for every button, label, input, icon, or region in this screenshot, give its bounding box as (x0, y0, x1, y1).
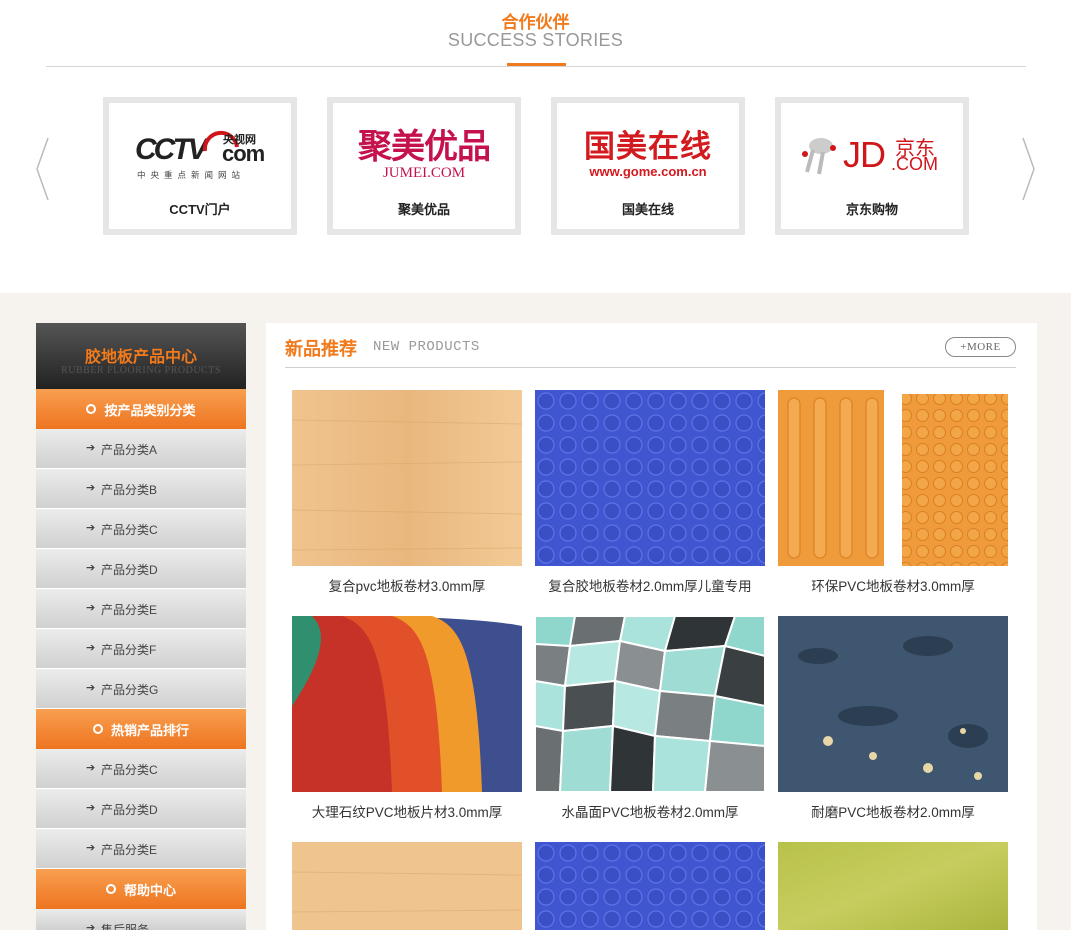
sidebar-item[interactable]: ➔ 产品分类E (36, 829, 246, 869)
arrow-right-icon: ➔ (86, 842, 96, 854)
category-help-center[interactable]: 帮助中心 (36, 869, 246, 909)
partner-card-jumei[interactable]: 聚美优品 JUMEI.COM 聚美优品 (327, 97, 521, 235)
arrow-right-icon: ➔ (86, 522, 96, 534)
sidebar-subtitle: RUBBER FLOORING PRODUCTS (61, 365, 221, 376)
partner-name: 聚美优品 (397, 202, 450, 217)
product-image-wood[interactable] (292, 842, 522, 930)
partner-card-gome[interactable]: 国美在线 www.gome.com.cn 国美在线 (551, 97, 745, 235)
sidebar-item[interactable]: ➔ 产品分类B (36, 469, 246, 509)
product-name[interactable]: 环保PVC地板卷材3.0mm厚 (768, 575, 1018, 595)
arrow-right-icon: ➔ (86, 642, 96, 654)
new-products-panel: 新品推荐 NEW PRODUCTS +MORE 复合pvc地板卷材3.0mm厚 … (266, 323, 1037, 930)
product-image-wood[interactable] (292, 390, 522, 566)
divider (46, 66, 1026, 67)
sidebar-item[interactable]: ➔ 产品分类D (36, 549, 246, 589)
product-name[interactable]: 复合胶地板卷材2.0mm厚儿童专用 (525, 575, 775, 595)
product-name[interactable]: 水晶面PVC地板卷材2.0mm厚 (525, 801, 775, 821)
category-hot-sales[interactable]: 热销产品排行 (36, 709, 246, 749)
partner-name: 国美在线 (621, 202, 674, 217)
product-image-blue-dots[interactable] (535, 842, 765, 930)
product-name[interactable]: 复合pvc地板卷材3.0mm厚 (282, 575, 532, 595)
partners-subtitle: SUCCESS STORIES (447, 30, 624, 50)
product-sidebar: 胶地板产品中心 RUBBER FLOORING PRODUCTS 按产品类别分类… (36, 323, 246, 931)
product-image-blue-dots[interactable] (535, 390, 765, 566)
product-image-green[interactable] (778, 842, 1008, 930)
circle-icon (92, 724, 103, 734)
gome-logo: 国美在线 www.gome.com.cn (584, 129, 712, 180)
arrow-right-icon: ➔ (86, 482, 96, 494)
product-image-crystal[interactable] (535, 616, 765, 792)
chevron-right-icon[interactable] (1021, 136, 1037, 202)
sidebar-item[interactable]: ➔ 产品分类C (36, 749, 246, 789)
partner-card-jd[interactable]: JD 京东 .COM 京东购物 (775, 97, 969, 235)
arrow-right-icon: ➔ (86, 682, 96, 694)
sidebar-item[interactable]: ➔ 产品分类F (36, 629, 246, 669)
partner-card-cctv[interactable]: CCTV 央视网 com 中央重点新闻网站 CCTV门户 (103, 97, 297, 235)
arrow-right-icon: ➔ (86, 602, 96, 614)
divider (285, 367, 1016, 368)
product-image-tactile[interactable] (778, 390, 1008, 566)
divider-accent (507, 63, 566, 66)
section-title: 新品推荐 (285, 339, 357, 359)
product-image-terrazzo[interactable] (778, 616, 1008, 792)
jumei-logo: 聚美优品 JUMEI.COM (358, 128, 491, 181)
partners-section: 合作伙伴 SUCCESS STORIES CCTV 央视网 com 中央重点新闻… (0, 0, 1071, 293)
jd-dog-icon (802, 138, 836, 175)
arrow-right-icon: ➔ (86, 442, 96, 454)
product-name[interactable]: 耐磨PVC地板卷材2.0mm厚 (768, 801, 1018, 821)
sidebar-item[interactable]: ➔ 产品分类A (36, 429, 246, 469)
chevron-left-icon[interactable] (34, 136, 50, 202)
product-name[interactable]: 大理石纹PVC地板片材3.0mm厚 (282, 801, 532, 821)
sidebar-item[interactable]: ➔ 产品分类G (36, 669, 246, 709)
arrow-right-icon: ➔ (86, 562, 96, 574)
more-button[interactable]: +MORE (945, 337, 1016, 357)
section-subtitle: NEW PRODUCTS (373, 339, 480, 355)
sidebar-item[interactable]: ➔ 产品分类D (36, 789, 246, 829)
cctv-logo: CCTV 央视网 com 中央重点新闻网站 (135, 130, 265, 180)
arrow-right-icon: ➔ (86, 802, 96, 814)
sidebar-item[interactable]: ➔ 产品分类E (36, 589, 246, 629)
sidebar-title: 胶地板产品中心 (84, 349, 197, 366)
jd-logo: JD 京东 .COM (781, 123, 963, 187)
category-by-type[interactable]: 按产品类别分类 (36, 389, 246, 429)
product-image-sheets[interactable] (292, 616, 522, 792)
sidebar-header: 胶地板产品中心 RUBBER FLOORING PRODUCTS (36, 323, 246, 389)
partner-name: CCTV门户 (169, 202, 231, 217)
circle-icon (105, 884, 116, 894)
sidebar-item[interactable]: ➔ 售后服务 (36, 909, 246, 931)
partner-name: 京东购物 (845, 202, 898, 217)
circle-icon (86, 404, 97, 414)
sidebar-item[interactable]: ➔ 产品分类C (36, 509, 246, 549)
arrow-right-icon: ➔ (86, 762, 96, 774)
